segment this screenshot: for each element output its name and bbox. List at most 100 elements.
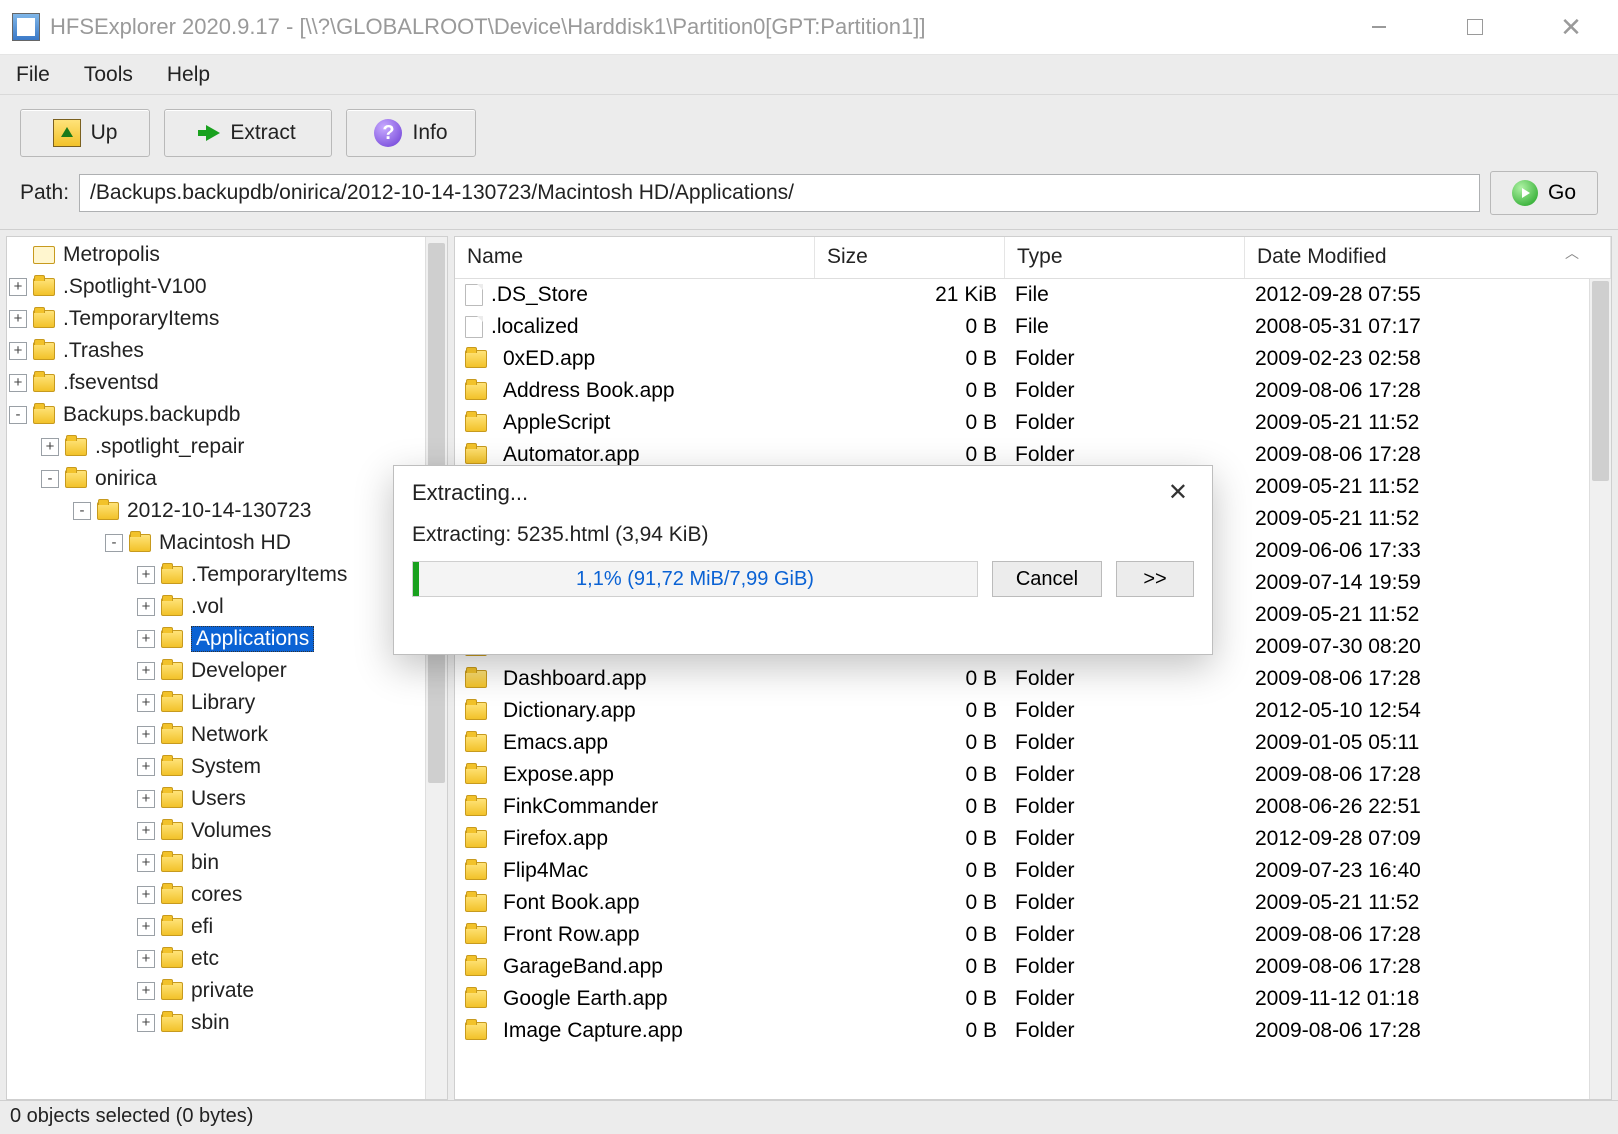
table-scrollbar[interactable] <box>1589 279 1611 1099</box>
table-row[interactable]: 0xED.app0 BFolder2009-02-23 02:58 <box>455 343 1611 375</box>
menu-tools[interactable]: Tools <box>78 59 139 91</box>
file-size: 0 B <box>825 699 1015 723</box>
tree-item[interactable]: +etc <box>9 943 443 975</box>
table-row[interactable]: Emacs.app0 BFolder2009-01-05 05:11 <box>455 727 1611 759</box>
tree-item[interactable]: +Applications <box>9 623 443 655</box>
go-label: Go <box>1548 181 1576 205</box>
file-date: 2009-08-06 17:28 <box>1255 955 1611 979</box>
folder-icon <box>161 1014 183 1032</box>
tree-item[interactable]: -Macintosh HD <box>9 527 443 559</box>
tree-item[interactable]: +Developer <box>9 655 443 687</box>
table-row[interactable]: Front Row.app0 BFolder2009-08-06 17:28 <box>455 919 1611 951</box>
expand-icon[interactable]: + <box>9 374 27 392</box>
expand-icon[interactable]: + <box>137 726 155 744</box>
close-button[interactable]: ✕ <box>1542 7 1600 47</box>
expand-icon[interactable]: + <box>137 758 155 776</box>
table-row[interactable]: Address Book.app0 BFolder2009-08-06 17:2… <box>455 375 1611 407</box>
expand-icon[interactable]: + <box>137 598 155 616</box>
expand-icon[interactable]: + <box>137 630 155 648</box>
tree-item[interactable]: + System <box>9 751 443 783</box>
cancel-button[interactable]: Cancel <box>992 561 1102 597</box>
table-row[interactable]: FinkCommander0 BFolder2008-06-26 22:51 <box>455 791 1611 823</box>
col-type[interactable]: Type <box>1005 237 1245 278</box>
tree-item[interactable]: +.vol <box>9 591 443 623</box>
table-row[interactable]: Flip4Mac0 BFolder2009-07-23 16:40 <box>455 855 1611 887</box>
expander-placeholder <box>9 246 27 264</box>
up-button[interactable]: Up <box>20 109 150 157</box>
maximize-button[interactable] <box>1446 7 1504 47</box>
expand-icon[interactable]: + <box>137 790 155 808</box>
tree-item[interactable]: +.Spotlight-V100 <box>9 271 443 303</box>
expand-icon[interactable]: + <box>137 950 155 968</box>
tree-item[interactable]: +Users <box>9 783 443 815</box>
extract-button[interactable]: Extract <box>164 109 332 157</box>
expand-icon[interactable]: + <box>9 342 27 360</box>
file-date: 2009-07-14 19:59 <box>1255 571 1611 595</box>
file-name: Font Book.app <box>503 891 640 915</box>
tree-item[interactable]: +.TemporaryItems <box>9 559 443 591</box>
tree-item[interactable]: +sbin <box>9 1007 443 1039</box>
folder-icon <box>161 918 183 936</box>
info-button[interactable]: ? Info <box>346 109 476 157</box>
tree-item-label: System <box>191 755 261 779</box>
table-row[interactable]: Dictionary.app0 BFolder2012-05-10 12:54 <box>455 695 1611 727</box>
expand-icon[interactable]: + <box>9 310 27 328</box>
folder-icon <box>465 350 487 368</box>
tree-item[interactable]: +efi <box>9 911 443 943</box>
table-row[interactable]: Google Earth.app0 BFolder2009-11-12 01:1… <box>455 983 1611 1015</box>
table-row[interactable]: Firefox.app0 BFolder2012-09-28 07:09 <box>455 823 1611 855</box>
dialog-close-icon[interactable]: ✕ <box>1162 474 1194 511</box>
tree-item[interactable]: +Library <box>9 687 443 719</box>
file-date: 2009-06-06 17:33 <box>1255 539 1611 563</box>
table-row[interactable]: GarageBand.app0 BFolder2009-08-06 17:28 <box>455 951 1611 983</box>
up-label: Up <box>91 121 118 145</box>
go-button[interactable]: Go <box>1490 171 1598 215</box>
expand-icon[interactable]: + <box>137 918 155 936</box>
table-row[interactable]: .localized0 BFile2008-05-31 07:17 <box>455 311 1611 343</box>
tree-item[interactable]: Metropolis <box>9 239 443 271</box>
expand-icon[interactable]: + <box>137 566 155 584</box>
tree-item[interactable]: +.fseventsd <box>9 367 443 399</box>
tree-item[interactable]: -Backups.backupdb <box>9 399 443 431</box>
path-input[interactable] <box>79 174 1480 212</box>
tree-item[interactable]: +.Trashes <box>9 335 443 367</box>
expand-icon[interactable]: + <box>137 982 155 1000</box>
tree-item[interactable]: -onirica <box>9 463 443 495</box>
expand-icon[interactable]: + <box>137 886 155 904</box>
minimize-button[interactable] <box>1350 7 1408 47</box>
collapse-icon[interactable]: - <box>41 470 59 488</box>
table-row[interactable]: .DS_Store21 KiBFile2012-09-28 07:55 <box>455 279 1611 311</box>
tree-item[interactable]: +bin <box>9 847 443 879</box>
tree-item[interactable]: -2012-10-14-130723 <box>9 495 443 527</box>
sort-indicator-icon: ︿ <box>1565 243 1579 263</box>
col-size[interactable]: Size <box>815 237 1005 278</box>
expand-icon[interactable]: + <box>137 694 155 712</box>
table-row[interactable]: AppleScript0 BFolder2009-05-21 11:52 <box>455 407 1611 439</box>
expand-icon[interactable]: + <box>41 438 59 456</box>
expand-icon[interactable]: + <box>137 854 155 872</box>
expand-icon[interactable]: + <box>137 662 155 680</box>
expand-icon[interactable]: + <box>137 822 155 840</box>
tree-item[interactable]: +.TemporaryItems <box>9 303 443 335</box>
table-row[interactable]: Image Capture.app0 BFolder2009-08-06 17:… <box>455 1015 1611 1047</box>
expand-icon[interactable]: + <box>9 278 27 296</box>
file-type: Folder <box>1015 667 1255 691</box>
menu-help[interactable]: Help <box>161 59 216 91</box>
table-row[interactable]: Dashboard.app0 BFolder2009-08-06 17:28 <box>455 663 1611 695</box>
tree-item[interactable]: +Network <box>9 719 443 751</box>
collapse-icon[interactable]: - <box>105 534 123 552</box>
menu-file[interactable]: File <box>10 59 56 91</box>
table-row[interactable]: Font Book.app0 BFolder2009-05-21 11:52 <box>455 887 1611 919</box>
col-name[interactable]: Name <box>455 237 815 278</box>
tree-item[interactable]: +private <box>9 975 443 1007</box>
collapse-icon[interactable]: - <box>9 406 27 424</box>
tree-scrollbar[interactable] <box>425 237 447 1099</box>
tree-item[interactable]: +Volumes <box>9 815 443 847</box>
col-date[interactable]: Date Modified <box>1245 237 1611 278</box>
tree-item[interactable]: +cores <box>9 879 443 911</box>
details-button[interactable]: >> <box>1116 561 1194 597</box>
table-row[interactable]: Expose.app0 BFolder2009-08-06 17:28 <box>455 759 1611 791</box>
collapse-icon[interactable]: - <box>73 502 91 520</box>
tree-item[interactable]: +.spotlight_repair <box>9 431 443 463</box>
expand-icon[interactable]: + <box>137 1014 155 1032</box>
